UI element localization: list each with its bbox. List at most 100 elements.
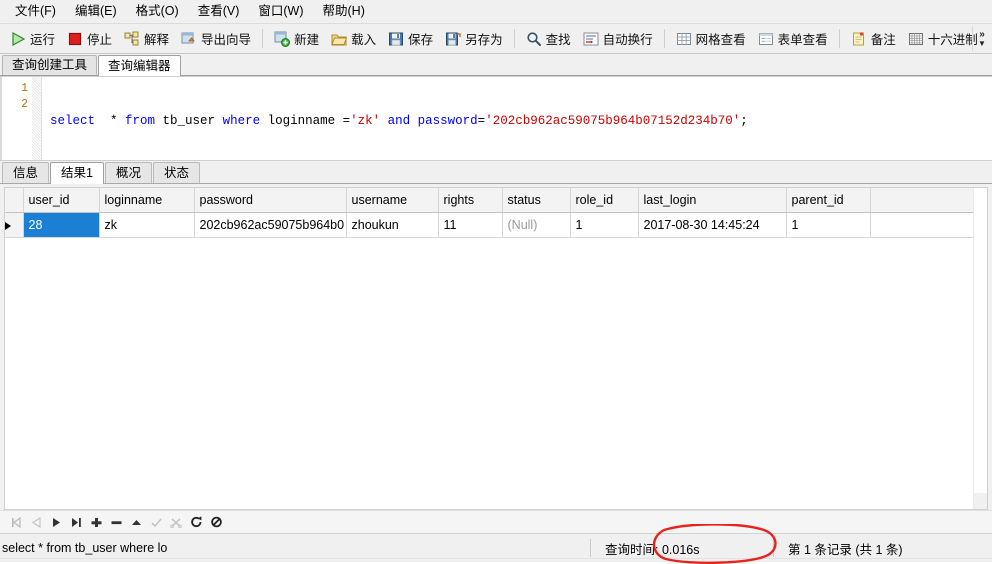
menu-help[interactable]: 帮助(H) [314, 1, 375, 22]
first-record-icon [11, 516, 21, 528]
status-record-info: 第 1 条记录 (共 1 条) [788, 542, 903, 557]
sql-token-keyword: where [222, 114, 261, 128]
status-query-time: 查询时间: 0.016s [605, 542, 700, 557]
menu-view[interactable]: 查看(V) [189, 1, 250, 22]
menu-file[interactable]: 文件(F) [6, 1, 66, 22]
hex-icon [908, 31, 924, 47]
first-record-button[interactable] [6, 513, 26, 531]
delete-record-button[interactable] [106, 513, 126, 531]
apply-change-icon [131, 519, 141, 525]
cancel-button[interactable] [166, 513, 186, 531]
word-wrap-button[interactable]: 自动换行 [577, 26, 659, 52]
find-button[interactable]: 查找 [520, 26, 577, 52]
save-as-button-label: 另存为 [465, 33, 503, 47]
refresh-icon [190, 516, 201, 528]
run-button[interactable]: 运行 [4, 26, 61, 52]
tab-result-1[interactable]: 结果1 [50, 162, 104, 184]
last-record-button[interactable] [66, 513, 86, 531]
menu-format[interactable]: 格式(O) [127, 1, 189, 22]
cell-status[interactable]: (Null) [502, 212, 571, 238]
sql-editor[interactable]: 1 2 select * from tb_user where loginnam… [0, 76, 992, 161]
column-header-parent_id[interactable]: parent_id [786, 188, 871, 213]
toolbar-separator-3 [663, 29, 665, 48]
save-as-button[interactable]: 另存为 [439, 26, 509, 52]
play-icon [10, 31, 26, 47]
menu-window[interactable]: 窗口(W) [249, 1, 313, 22]
status-bar: select * from tb_user where lo 查询时间: 0.0… [0, 533, 992, 562]
cell-role_id[interactable]: 1 [570, 212, 639, 238]
run-button-label: 运行 [30, 33, 56, 47]
window-bottom-edge [0, 558, 992, 562]
table-header-row: user_id loginname password username righ… [5, 188, 987, 213]
hex-button-label: 十六进制 [927, 33, 978, 47]
sql-token-plain [380, 114, 388, 128]
add-record-button[interactable] [86, 513, 106, 531]
sql-code-area[interactable]: select * from tb_user where loginname ='… [42, 77, 992, 160]
add-record-icon [91, 517, 101, 527]
tab-info[interactable]: 信息 [2, 162, 50, 183]
column-header-status[interactable]: status [502, 188, 571, 213]
column-header-filler [870, 188, 987, 213]
column-header-username[interactable]: username [346, 188, 439, 213]
refresh-button[interactable] [186, 513, 206, 531]
stop-button[interactable]: 停止 [61, 26, 118, 52]
cell-rights[interactable]: 11 [438, 212, 503, 238]
word-wrap-button-label: 自动换行 [602, 33, 653, 47]
row-header-corner [5, 188, 24, 213]
column-header-role_id[interactable]: role_id [570, 188, 639, 213]
cell-password[interactable]: 202cb962ac59075b964b0 [194, 212, 347, 238]
previous-record-icon [31, 516, 41, 528]
note-button[interactable]: 备注 [845, 26, 902, 52]
next-record-button[interactable] [46, 513, 66, 531]
grid-view-button[interactable]: 网格查看 [670, 26, 752, 52]
record-navigation-toolbar [0, 510, 992, 533]
row-current-marker-cell [5, 212, 24, 238]
tab-query-editor[interactable]: 查询编辑器 [98, 55, 181, 76]
sql-token-plain [410, 114, 418, 128]
stop-loading-button[interactable] [206, 513, 226, 531]
status-sql-text: select * from tb_user where lo [2, 541, 168, 555]
export-wizard-button[interactable]: 导出向导 [175, 26, 257, 52]
word-wrap-icon [583, 31, 599, 47]
cell-parent_id[interactable]: 1 [786, 212, 871, 238]
menu-edit[interactable]: 编辑(E) [66, 1, 127, 22]
tab-status[interactable]: 状态 [152, 162, 200, 183]
tab-query-builder[interactable]: 查询创建工具 [2, 55, 98, 75]
column-header-loginname[interactable]: loginname [99, 188, 195, 213]
result-tabs: 信息 结果1 概况 状态 [0, 161, 992, 184]
previous-record-button[interactable] [26, 513, 46, 531]
load-button[interactable]: 载入 [325, 26, 382, 52]
column-header-rights[interactable]: rights [438, 188, 503, 213]
result-table: user_id loginname password username righ… [5, 188, 987, 238]
cell-last_login[interactable]: 2017-08-30 14:45:24 [638, 212, 787, 238]
current-row-arrow-icon [5, 221, 11, 230]
find-button-label: 查找 [545, 33, 571, 47]
explain-button[interactable]: 解释 [118, 26, 175, 52]
confirm-check-icon [150, 517, 162, 527]
toolbar-overflow-button[interactable]: » ▼ [974, 24, 990, 53]
stop-icon [67, 31, 83, 47]
sql-token-plain: tb_user [155, 114, 223, 128]
apply-change-button[interactable] [126, 513, 146, 531]
column-header-password[interactable]: password [194, 188, 347, 213]
cell-user_id[interactable]: 28 [23, 212, 100, 238]
grid-vertical-scrollbar[interactable] [973, 188, 987, 509]
column-header-user_id[interactable]: user_id [23, 188, 100, 213]
form-view-button-label: 表单查看 [777, 33, 828, 47]
cell-loginname[interactable]: zk [99, 212, 195, 238]
cell-username[interactable]: zhoukun [346, 212, 439, 238]
column-header-last_login[interactable]: last_login [638, 188, 787, 213]
open-folder-icon [331, 31, 348, 47]
save-button[interactable]: 保存 [382, 26, 439, 52]
cancel-scissors-icon [169, 517, 182, 528]
tab-profile[interactable]: 概况 [104, 162, 152, 183]
sql-token-plain: loginname = [260, 114, 351, 128]
editor-gutter: 1 2 [0, 77, 32, 160]
form-view-icon [758, 31, 774, 47]
table-row[interactable]: 28 zk 202cb962ac59075b964b0 zhoukun 11 (… [5, 212, 987, 238]
form-view-button[interactable]: 表单查看 [752, 26, 834, 52]
chevron-down-icon: ▼ [978, 38, 986, 48]
confirm-button[interactable] [146, 513, 166, 531]
result-grid[interactable]: user_id loginname password username righ… [4, 187, 988, 510]
new-query-button[interactable]: 新建 [268, 26, 325, 52]
